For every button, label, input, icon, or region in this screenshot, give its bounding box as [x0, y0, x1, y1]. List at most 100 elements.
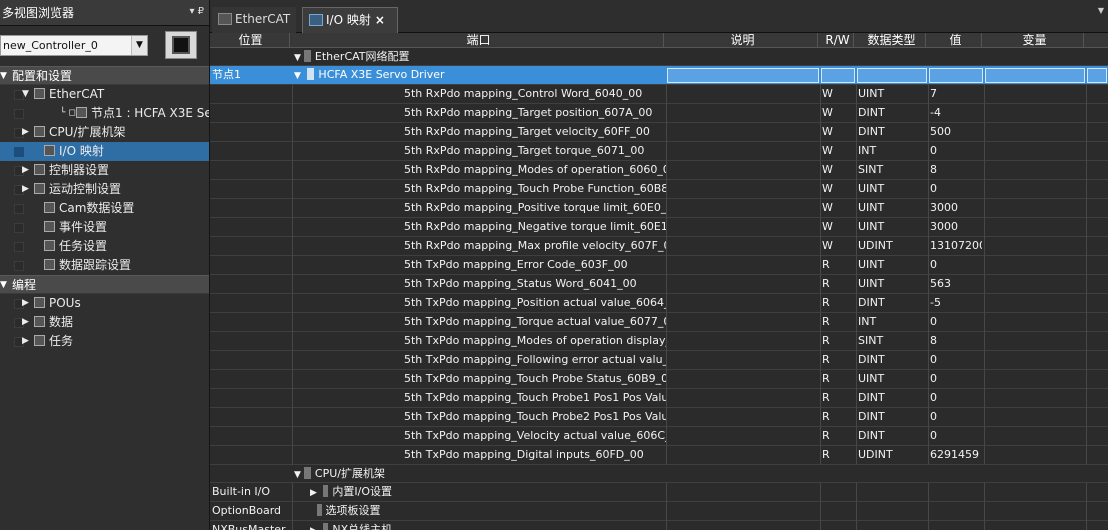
tree-item[interactable]: ▶ POUs: [0, 294, 209, 313]
variable-field[interactable]: [986, 123, 1084, 141]
variable-field[interactable]: [986, 332, 1084, 350]
value-field[interactable]: -5: [930, 294, 982, 312]
column-header-dtype[interactable]: 数据类型: [858, 33, 926, 48]
io-port-row[interactable]: 5th RxPdo mapping_Target position_607A_0…: [210, 104, 1108, 123]
pin-icon[interactable]: ▾ ₽: [189, 6, 204, 17]
variable-field[interactable]: [986, 218, 1084, 236]
io-port-row[interactable]: 5th TxPdo mapping_Modes of operation dis…: [210, 332, 1108, 351]
io-port-row[interactable]: 5th TxPdo mapping_Touch Probe1 Pos1 Pos …: [210, 389, 1108, 408]
column-header-desc[interactable]: 说明: [668, 33, 818, 48]
tree-item[interactable]: ▼ EtherCAT: [0, 85, 209, 104]
io-port-row[interactable]: 5th TxPdo mapping_Torque actual value_60…: [210, 313, 1108, 332]
value-field[interactable]: 3000: [930, 218, 982, 236]
column-header-val[interactable]: 值: [930, 33, 982, 48]
tree-item[interactable]: └ ◻ 节点1 : HCFA X3E Servo Driver: [0, 104, 209, 123]
chevron-down-icon[interactable]: ▼: [294, 67, 301, 84]
column-header-rw[interactable]: R/W: [822, 33, 854, 48]
value-field[interactable]: 3000: [930, 199, 982, 217]
chevron-right-icon[interactable]: ▶: [310, 522, 317, 530]
group-cpu-rack[interactable]: ▼ CPU/扩展机架: [210, 465, 1108, 483]
io-port-row[interactable]: 5th TxPdo mapping_Following error actual…: [210, 351, 1108, 370]
variable-field[interactable]: [986, 180, 1084, 198]
variable-field[interactable]: [986, 351, 1084, 369]
tree-expander-icon[interactable]: ▼: [22, 85, 29, 104]
value-field[interactable]: 0: [930, 313, 982, 331]
value-field[interactable]: 0: [930, 351, 982, 369]
variable-field[interactable]: [986, 389, 1084, 407]
io-port-row[interactable]: 5th TxPdo mapping_Position actual value_…: [210, 294, 1108, 313]
chevron-down-icon[interactable]: ▼: [0, 276, 7, 295]
io-port-row[interactable]: 5th RxPdo mapping_Modes of operation_606…: [210, 161, 1108, 180]
io-port-row[interactable]: 5th RxPdo mapping_Negative torque limit_…: [210, 218, 1108, 237]
io-port-row[interactable]: 5th RxPdo mapping_Target torque_6071_00 W…: [210, 142, 1108, 161]
variable-field[interactable]: [986, 104, 1084, 122]
group-ethercat-network[interactable]: ▼ EtherCAT网络配置: [210, 48, 1108, 66]
value-field[interactable]: 13107200: [930, 237, 982, 255]
column-header-pos[interactable]: 位置: [212, 33, 290, 48]
variable-field[interactable]: [986, 294, 1084, 312]
tree-item[interactable]: ▶ 任务: [0, 332, 209, 351]
value-field[interactable]: 0: [930, 370, 982, 388]
cpu-sub-row[interactable]: OptionBoard 选项板设置: [210, 502, 1108, 521]
variable-field[interactable]: [986, 427, 1084, 445]
tree-expander-icon[interactable]: ▶: [22, 332, 29, 351]
io-port-row[interactable]: 5th TxPdo mapping_Touch Probe Status_60B…: [210, 370, 1108, 389]
close-icon[interactable]: ×: [375, 13, 385, 27]
variable-field[interactable]: [986, 408, 1084, 426]
tree-item[interactable]: ▶ 控制器设置: [0, 161, 209, 180]
chevron-down-icon[interactable]: ▼: [294, 49, 301, 66]
value-field[interactable]: 0: [930, 180, 982, 198]
value-field[interactable]: 0: [930, 142, 982, 160]
value-field[interactable]: 0: [930, 256, 982, 274]
tree-item[interactable]: ▶ 运动控制设置: [0, 180, 209, 199]
column-header-port[interactable]: 端口: [294, 33, 664, 48]
io-port-row[interactable]: 5th RxPdo mapping_Positive torque limit_…: [210, 199, 1108, 218]
variable-field[interactable]: [986, 199, 1084, 217]
tab-ethercat[interactable]: EtherCAT: [212, 7, 296, 33]
variable-field[interactable]: [986, 142, 1084, 160]
value-field[interactable]: 8: [930, 332, 982, 350]
value-field[interactable]: 500: [930, 123, 982, 141]
tree-expander-icon[interactable]: ▶: [22, 313, 29, 332]
variable-field[interactable]: [986, 370, 1084, 388]
tree-expander-icon[interactable]: └ ◻: [60, 104, 76, 123]
chevron-right-icon[interactable]: ▶: [310, 484, 317, 501]
column-header-var[interactable]: 变量: [986, 33, 1084, 48]
value-field[interactable]: 563: [930, 275, 982, 293]
tree-item[interactable]: ▼ 编程: [0, 275, 209, 295]
value-field[interactable]: -4: [930, 104, 982, 122]
value-field[interactable]: 7: [930, 85, 982, 103]
io-port-row[interactable]: 5th TxPdo mapping_Status Word_6041_00 R UI…: [210, 275, 1108, 294]
value-field[interactable]: 8: [930, 161, 982, 179]
chevron-down-icon[interactable]: ▼: [0, 67, 7, 86]
tree-item[interactable]: ▶ CPU/扩展机架: [0, 123, 209, 142]
value-field[interactable]: 0: [930, 427, 982, 445]
io-port-row[interactable]: 5th RxPdo mapping_Touch Probe Function_6…: [210, 180, 1108, 199]
variable-field[interactable]: [986, 85, 1084, 103]
variable-field[interactable]: [986, 256, 1084, 274]
tree-item[interactable]: ▶ 数据: [0, 313, 209, 332]
variable-field[interactable]: [986, 237, 1084, 255]
io-port-row[interactable]: 5th RxPdo mapping_Control Word_6040_00 W U…: [210, 85, 1108, 104]
controller-status-button[interactable]: [165, 31, 197, 59]
chevron-down-icon[interactable]: ▼: [294, 466, 301, 483]
cpu-sub-row[interactable]: Built-in I/O ▶ 内置I/O设置: [210, 483, 1108, 502]
io-port-row[interactable]: 5th TxPdo mapping_Touch Probe2 Pos1 Pos …: [210, 408, 1108, 427]
tree-item[interactable]: Cam数据设置: [0, 199, 209, 218]
value-field[interactable]: 0: [930, 389, 982, 407]
controller-select[interactable]: new_Controller_0 ▼: [0, 35, 148, 56]
variable-field[interactable]: [986, 446, 1084, 464]
tab-io-map[interactable]: I/O 映射 ×: [302, 7, 398, 33]
io-port-row[interactable]: 5th TxPdo mapping_Error Code_603F_00 R UIN…: [210, 256, 1108, 275]
variable-field[interactable]: [986, 275, 1084, 293]
tree-item[interactable]: 数据跟踪设置: [0, 256, 209, 275]
tree-item[interactable]: 事件设置: [0, 218, 209, 237]
tree-item[interactable]: 任务设置: [0, 237, 209, 256]
tree-expander-icon[interactable]: ▶: [22, 123, 29, 142]
io-port-row[interactable]: 5th TxPdo mapping_Velocity actual value_…: [210, 427, 1108, 446]
value-field[interactable]: 6291459: [930, 446, 982, 464]
io-port-row[interactable]: 5th RxPdo mapping_Max profile velocity_6…: [210, 237, 1108, 256]
tab-list-dropdown-icon[interactable]: ▼: [1098, 6, 1104, 15]
tree-expander-icon[interactable]: ▶: [22, 161, 29, 180]
io-port-row[interactable]: 5th RxPdo mapping_Target velocity_60FF_0…: [210, 123, 1108, 142]
